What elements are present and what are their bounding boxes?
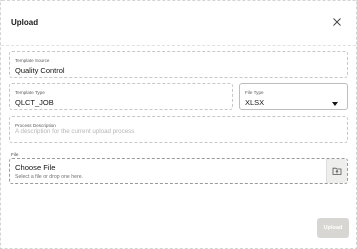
close-icon[interactable] [330,15,344,29]
file-type-value: XLSX [245,98,265,107]
folder-upload-icon [332,167,342,175]
template-type-label: Template Type [15,90,45,95]
file-type-label: File Type [245,90,264,95]
choose-file-title: Choose File [15,163,56,172]
template-source-value: Quality Control [15,66,65,75]
process-description-placeholder: A description for the current upload pro… [15,128,135,135]
file-dropzone[interactable]: Choose File Select a file or drop one he… [9,158,348,184]
template-type-value: QLCT_JOB [15,98,54,107]
template-source-field[interactable]: Template Source Quality Control [9,51,348,78]
template-source-label: Template Source [15,58,50,63]
browse-file-button[interactable] [326,159,347,183]
upload-dialog: Upload Template Source Quality Control T… [0,0,357,249]
file-label: File [11,152,19,157]
chevron-down-icon[interactable] [332,102,338,106]
dialog-title: Upload [11,18,39,27]
choose-file-hint: Select a file or drop one here. [15,174,84,180]
file-type-select[interactable]: File Type XLSX [239,83,348,110]
dialog-header: Upload [1,1,356,46]
upload-button[interactable]: Upload [317,218,349,238]
process-description-field[interactable]: Process Description A description for th… [9,116,348,143]
template-type-field[interactable]: Template Type QLCT_JOB [9,83,233,110]
